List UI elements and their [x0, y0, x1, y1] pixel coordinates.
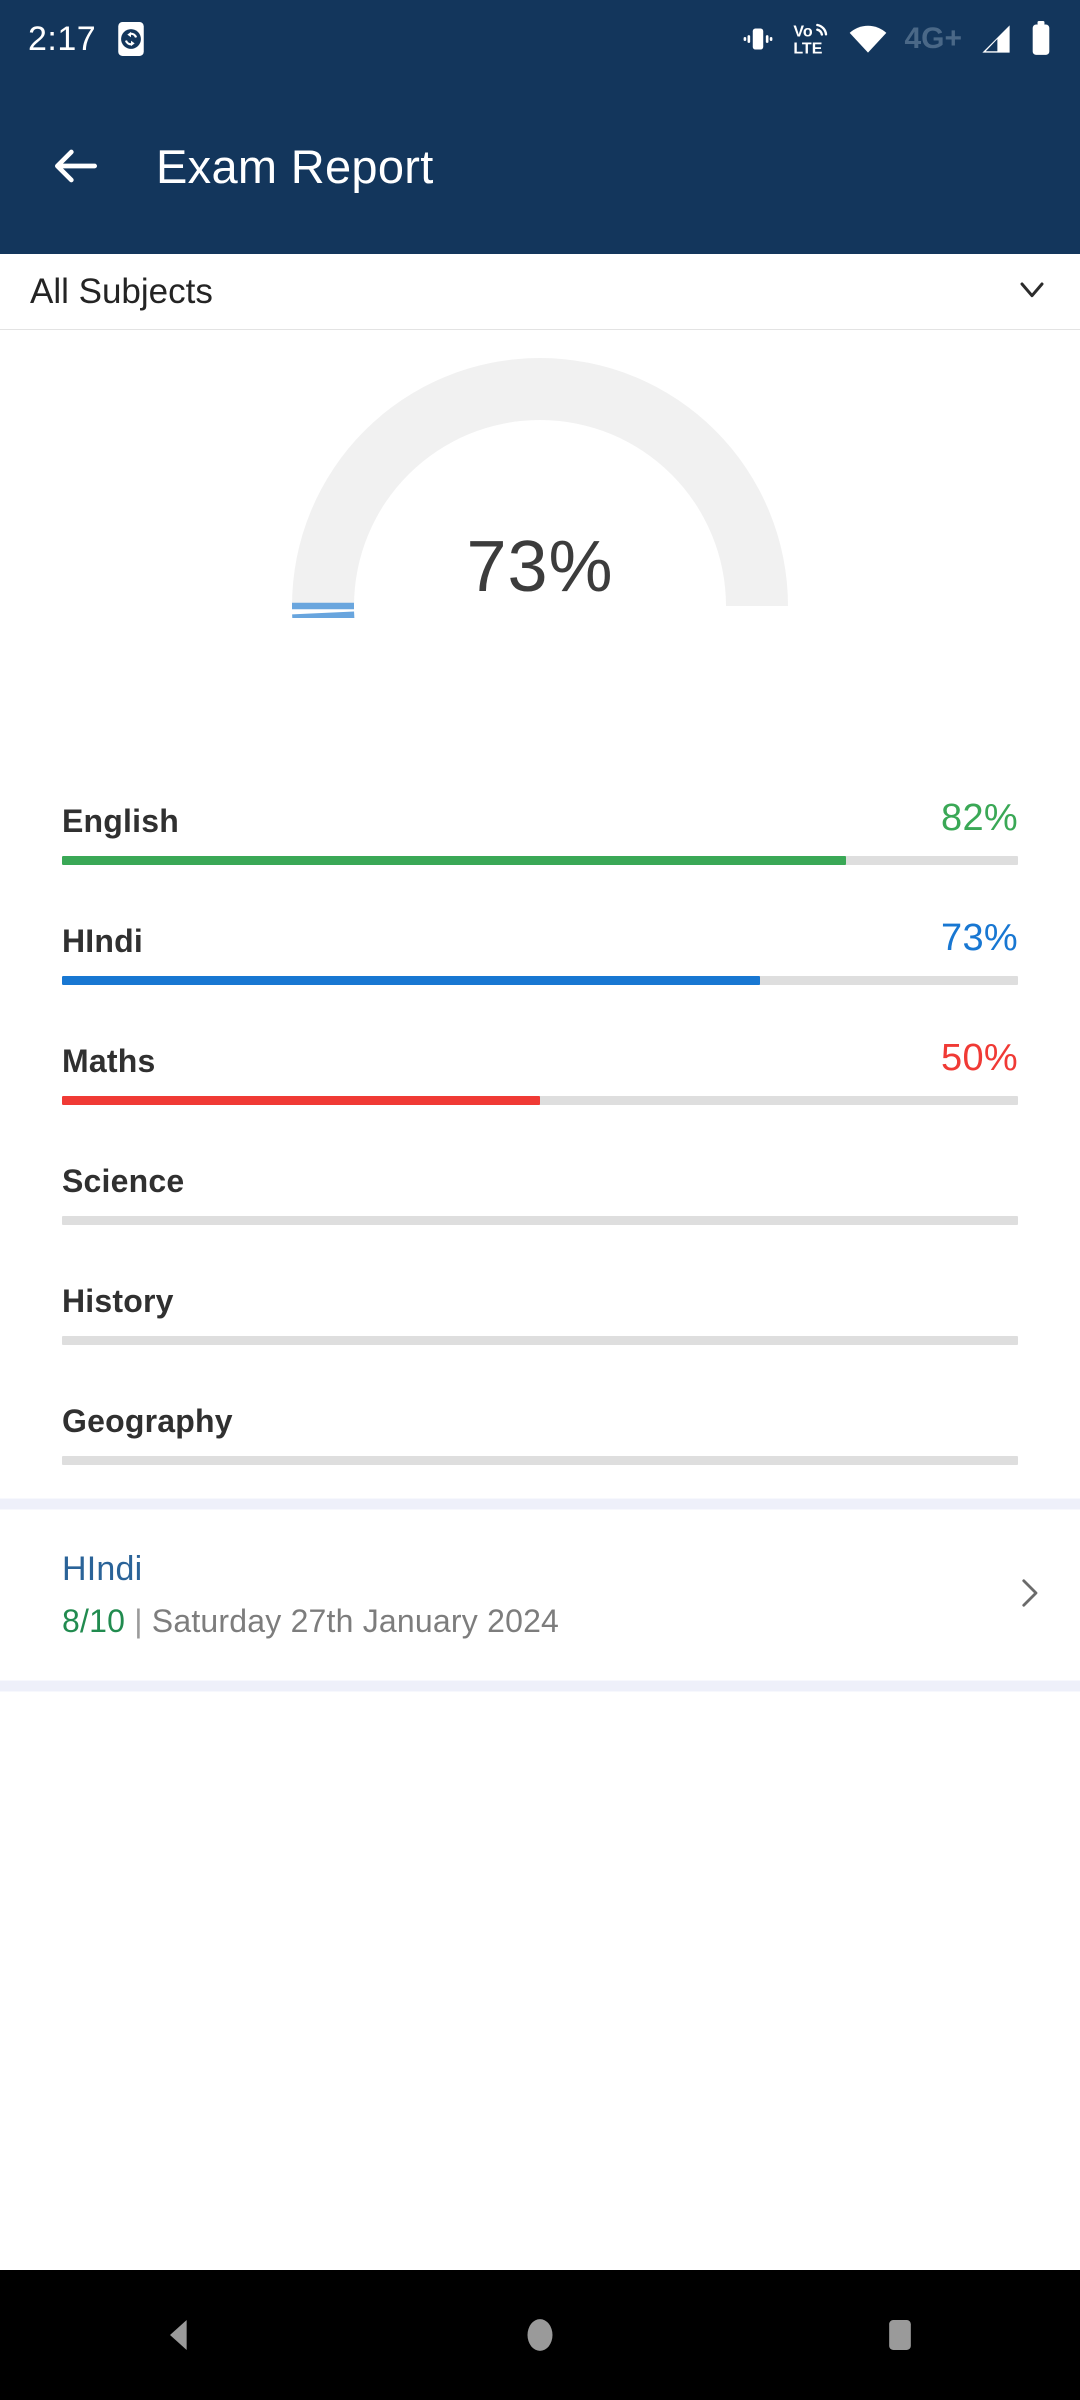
android-navigation-bar	[0, 2270, 1080, 2400]
subject-progress-track	[62, 1216, 1018, 1225]
subject-filter-dropdown[interactable]: All Subjects	[0, 254, 1080, 330]
result-subject: HIndi	[62, 1550, 143, 1588]
subject-progress-track	[62, 1096, 1018, 1105]
battery-icon	[1030, 21, 1052, 57]
result-date: Saturday 27th January 2024	[151, 1603, 560, 1639]
result-score: 8/10	[62, 1603, 126, 1639]
section-divider	[0, 1498, 1080, 1510]
subject-name: English	[62, 803, 179, 839]
subject-progress-fill	[62, 1096, 540, 1105]
subject-name: Maths	[62, 1043, 156, 1079]
subject-percent: 73%	[941, 917, 1018, 959]
svg-text:LTE: LTE	[794, 41, 823, 58]
page-title: Exam Report	[156, 139, 434, 193]
back-triangle-icon	[170, 2320, 187, 2350]
subject-filter-label: All Subjects	[30, 271, 213, 311]
subject-row: HIndi 73%	[0, 898, 1080, 1018]
subject-progress-track	[62, 856, 1018, 865]
phone-sync-icon	[114, 19, 148, 59]
chevron-down-icon[interactable]	[1012, 269, 1052, 314]
subject-percent: 82%	[941, 797, 1018, 839]
back-button[interactable]	[38, 128, 114, 204]
gauge-tick	[292, 611, 355, 621]
subject-name: Science	[62, 1163, 185, 1199]
subject-header: History	[62, 1258, 1018, 1320]
vibrate-icon	[741, 22, 775, 56]
subject-header: Maths 50%	[62, 1018, 1018, 1080]
subject-progress-track	[62, 976, 1018, 985]
subject-header: HIndi 73%	[62, 898, 1018, 960]
signal-icon	[979, 24, 1013, 54]
subject-header: English 82%	[62, 778, 1018, 840]
subject-name: Geography	[62, 1403, 233, 1439]
subject-percent: 50%	[941, 1037, 1018, 1079]
recent-results-list: HIndi 8/10 | Saturday 27th January 2024	[0, 1510, 1080, 1680]
svg-text:Vo: Vo	[794, 23, 813, 40]
arrow-left-icon	[55, 149, 97, 183]
subject-row: Science	[0, 1138, 1080, 1258]
result-meta: 8/10 | Saturday 27th January 2024	[62, 1603, 1008, 1640]
subject-progress-track	[62, 1336, 1018, 1345]
subject-row: Maths 50%	[0, 1018, 1080, 1138]
home-circle-icon	[527, 2319, 553, 2351]
section-divider-bottom	[0, 1680, 1080, 1692]
status-bar: 2:17 Vo LTE 4G+	[0, 0, 1080, 78]
subject-header: Science	[62, 1138, 1018, 1200]
nav-home-button[interactable]	[450, 2270, 630, 2400]
gauge-arc: 73%	[280, 348, 800, 855]
subject-name: HIndi	[62, 923, 143, 959]
nav-recents-button[interactable]	[810, 2270, 990, 2400]
volte-icon: Vo LTE	[792, 20, 832, 58]
subject-name: History	[62, 1283, 174, 1319]
status-bar-left: 2:17	[28, 19, 148, 59]
result-text: HIndi 8/10 | Saturday 27th January 2024	[62, 1550, 1008, 1640]
overall-score-gauge: 73%	[0, 330, 1080, 855]
recents-square-icon	[889, 2320, 911, 2350]
subject-row: Geography	[0, 1378, 1080, 1498]
status-bar-right: Vo LTE 4G+	[741, 20, 1052, 58]
subject-score-list: English 82% HIndi 73% Maths 50% Science History…	[0, 750, 1080, 1498]
gauge-value-label: 73%	[466, 527, 614, 607]
wifi-icon	[849, 24, 887, 54]
subject-header: Geography	[62, 1378, 1018, 1440]
nav-back-button[interactable]	[90, 2270, 270, 2400]
status-clock: 2:17	[28, 19, 97, 58]
subject-progress-track	[62, 1456, 1018, 1465]
network-4g-plus-icon: 4G+	[904, 22, 962, 55]
chevron-right-icon[interactable]	[1008, 1572, 1050, 1619]
result-separator: |	[134, 1603, 143, 1639]
subject-row: English 82%	[0, 778, 1080, 898]
subject-progress-fill	[62, 976, 760, 985]
subject-row: History	[0, 1258, 1080, 1378]
subject-progress-fill	[62, 856, 846, 865]
app-bar: Exam Report	[0, 78, 1080, 254]
result-list-item[interactable]: HIndi 8/10 | Saturday 27th January 2024	[0, 1510, 1080, 1680]
